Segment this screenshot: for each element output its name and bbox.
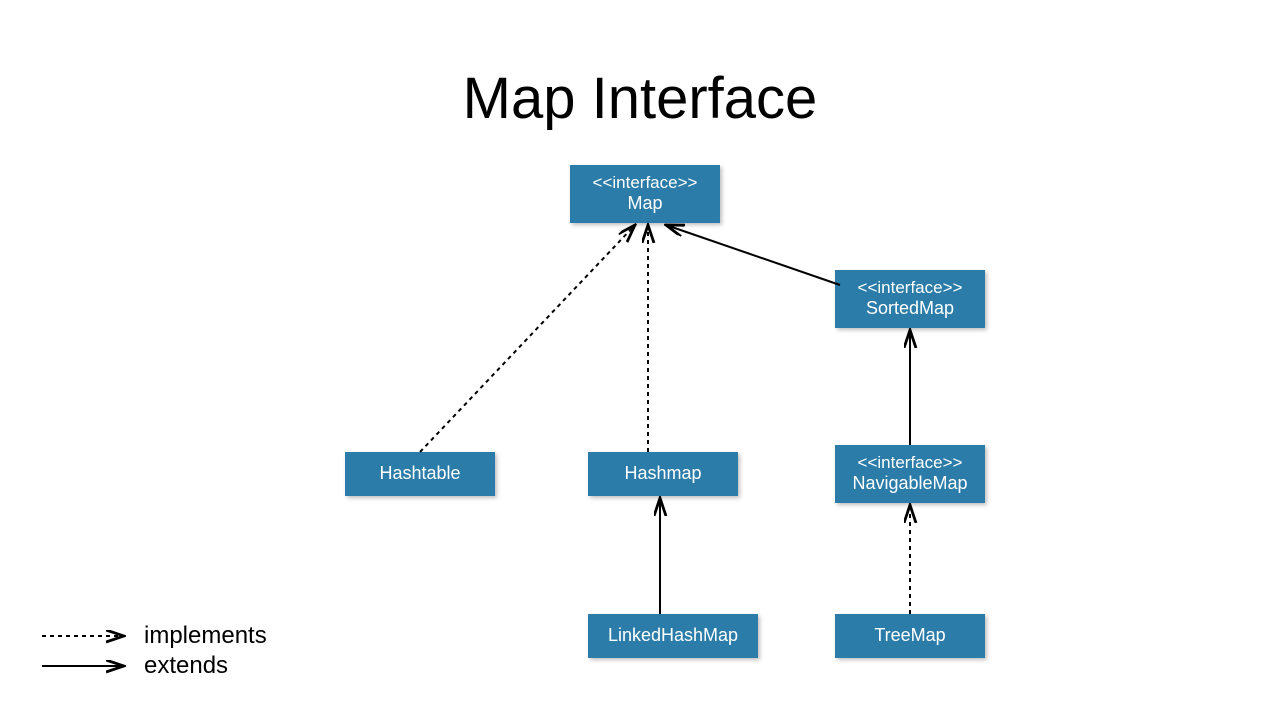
node-label: LinkedHashMap bbox=[608, 625, 738, 647]
node-label: NavigableMap bbox=[852, 473, 967, 495]
diagram-title: Map Interface bbox=[0, 65, 1280, 132]
node-treemap: TreeMap bbox=[835, 614, 985, 658]
legend-label: extends bbox=[144, 652, 228, 680]
node-label: SortedMap bbox=[866, 298, 954, 320]
node-linkedhashmap: LinkedHashMap bbox=[588, 614, 758, 658]
legend-implements: implements bbox=[40, 622, 267, 650]
node-label: Hashtable bbox=[379, 463, 460, 485]
stereotype-label: <<interface>> bbox=[858, 453, 963, 473]
node-hashtable: Hashtable bbox=[345, 452, 495, 496]
edge-sortedmap-map bbox=[666, 225, 840, 285]
node-navigablemap: <<interface>> NavigableMap bbox=[835, 445, 985, 503]
node-label: Map bbox=[627, 193, 662, 215]
stereotype-label: <<interface>> bbox=[858, 278, 963, 298]
node-map: <<interface>> Map bbox=[570, 165, 720, 223]
legend: implements extends bbox=[40, 620, 267, 680]
node-sortedmap: <<interface>> SortedMap bbox=[835, 270, 985, 328]
legend-dashed-arrow-icon bbox=[40, 628, 130, 644]
legend-label: implements bbox=[144, 622, 267, 650]
node-hashmap: Hashmap bbox=[588, 452, 738, 496]
edge-hashtable-map bbox=[420, 225, 635, 452]
stereotype-label: <<interface>> bbox=[593, 173, 698, 193]
node-label: Hashmap bbox=[624, 463, 701, 485]
node-label: TreeMap bbox=[874, 625, 945, 647]
legend-extends: extends bbox=[40, 652, 267, 680]
legend-solid-arrow-icon bbox=[40, 658, 130, 674]
